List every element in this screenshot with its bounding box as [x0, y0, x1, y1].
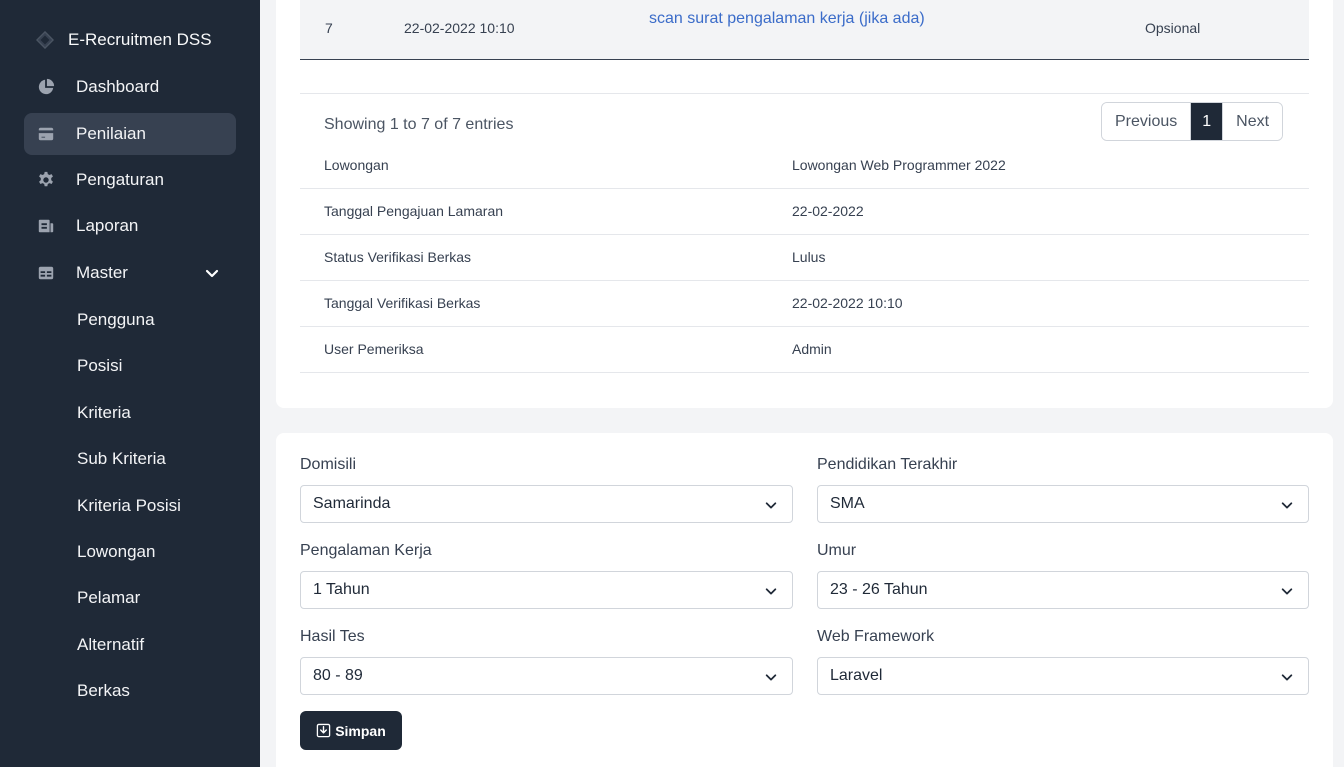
detail-value: Lulus: [792, 249, 826, 265]
document-link[interactable]: scan surat pengalaman kerja (jika ada): [649, 10, 925, 28]
pengalaman-value: 1 Tahun: [313, 581, 370, 598]
table-info: Showing 1 to 7 of 7 entries: [324, 116, 514, 133]
detail-row: Tanggal Verifikasi Berkas 22-02-2022 10:…: [300, 281, 1309, 327]
save-button-label: Simpan: [335, 722, 386, 739]
table-row: 7 22-02-2022 10:10 scan surat pengalaman…: [300, 0, 1309, 60]
logo-diamond-icon: [36, 31, 54, 49]
sidebar-subitem-sub-kriteria[interactable]: Sub Kriteria: [77, 449, 166, 469]
umur-value: 23 - 26 Tahun: [830, 581, 928, 598]
detail-value: Lowongan Web Programmer 2022: [792, 157, 1006, 173]
next-button[interactable]: Next: [1223, 103, 1283, 140]
row-number: 7: [325, 20, 333, 36]
domisili-label: Domisili: [300, 456, 356, 473]
detail-value: 22-02-2022 10:10: [792, 295, 903, 311]
save-button[interactable]: Simpan: [300, 711, 402, 750]
sidebar-item-dashboard[interactable]: Dashboard: [24, 66, 236, 108]
download-icon: [316, 723, 331, 738]
pendidikan-label: Pendidikan Terakhir: [817, 456, 958, 473]
sidebar-subitem-pengguna[interactable]: Pengguna: [77, 310, 155, 330]
sidebar-item-label: Pengaturan: [76, 170, 164, 189]
sidebar-item-laporan[interactable]: Laporan: [24, 205, 236, 247]
detail-row: Status Verifikasi Berkas Lulus: [300, 235, 1309, 281]
chart-pie-icon: [36, 77, 56, 97]
detail-row: Lowongan Lowongan Web Programmer 2022: [300, 143, 1309, 189]
sidebar-item-penilaian[interactable]: Penilaian: [24, 113, 236, 155]
umur-select[interactable]: 23 - 26 Tahun: [817, 571, 1309, 609]
sidebar-subitem-pelamar[interactable]: Pelamar: [77, 588, 140, 608]
sidebar-subitem-alternatif[interactable]: Alternatif: [77, 635, 144, 655]
sidebar-item-label: Penilaian: [76, 124, 146, 143]
chevron-down-icon: [1281, 588, 1293, 595]
detail-row: User Pemeriksa Admin: [300, 327, 1309, 373]
sidebar-item-label: Laporan: [76, 216, 139, 235]
previous-button[interactable]: Previous: [1102, 103, 1191, 140]
row-status: Opsional: [1145, 20, 1201, 36]
sidebar-subitem-kriteria-posisi[interactable]: Kriteria Posisi: [77, 496, 181, 516]
pendidikan-select[interactable]: SMA: [817, 485, 1309, 523]
detail-row: Tanggal Pengajuan Lamaran 22-02-2022: [300, 189, 1309, 235]
credit-card-icon: [36, 124, 56, 144]
sidebar-item-label: Dashboard: [76, 77, 160, 96]
row-date: 22-02-2022 10:10: [404, 20, 515, 36]
sidebar-subitem-posisi[interactable]: Posisi: [77, 356, 122, 376]
umur-label: Umur: [817, 542, 857, 559]
report-icon: [36, 216, 56, 236]
pengalaman-select[interactable]: 1 Tahun: [300, 571, 793, 609]
chevron-down-icon: [765, 674, 777, 681]
domisili-select[interactable]: Samarinda: [300, 485, 793, 523]
hasil-tes-label: Hasil Tes: [300, 628, 365, 645]
framework-value: Laravel: [830, 667, 883, 684]
chevron-down-icon: [1281, 502, 1293, 509]
chevron-down-icon: [765, 502, 777, 509]
hasil-tes-value: 80 - 89: [313, 667, 363, 684]
chevron-down-icon: [1281, 674, 1293, 681]
table-icon: [36, 263, 56, 283]
detail-label: Tanggal Verifikasi Berkas: [324, 295, 481, 311]
detail-label: Status Verifikasi Berkas: [324, 249, 472, 265]
pendidikan-value: SMA: [830, 495, 865, 512]
detail-label: User Pemeriksa: [324, 341, 424, 357]
chevron-down-icon: [205, 269, 219, 278]
gear-icon: [36, 170, 56, 190]
sidebar: E-Recruitmen DSS Dashboard Penilaian Pen…: [0, 0, 260, 767]
framework-select[interactable]: Laravel: [817, 657, 1309, 695]
sidebar-item-master[interactable]: Master: [24, 252, 236, 294]
brand-name: E-Recruitmen DSS: [68, 30, 212, 49]
domisili-value: Samarinda: [313, 495, 391, 512]
sidebar-subitem-lowongan[interactable]: Lowongan: [77, 542, 155, 562]
brand[interactable]: E-Recruitmen DSS: [36, 30, 212, 50]
pagination: Previous 1 Next: [1101, 102, 1284, 141]
hasil-tes-select[interactable]: 80 - 89: [300, 657, 793, 695]
sidebar-item-pengaturan[interactable]: Pengaturan: [24, 159, 236, 201]
chevron-down-icon: [765, 588, 777, 595]
detail-value: Admin: [792, 341, 832, 357]
detail-label: Tanggal Pengajuan Lamaran: [324, 203, 504, 219]
divider: [300, 93, 1309, 94]
detail-value: 22-02-2022: [792, 203, 864, 219]
pengalaman-label: Pengalaman Kerja: [300, 542, 432, 559]
framework-label: Web Framework: [817, 628, 935, 645]
page-1-button[interactable]: 1: [1190, 103, 1224, 140]
sidebar-subitem-kriteria[interactable]: Kriteria: [77, 403, 131, 423]
sidebar-item-label: Master: [76, 263, 128, 282]
detail-label: Lowongan: [324, 157, 389, 173]
sidebar-subitem-berkas[interactable]: Berkas: [77, 681, 130, 701]
